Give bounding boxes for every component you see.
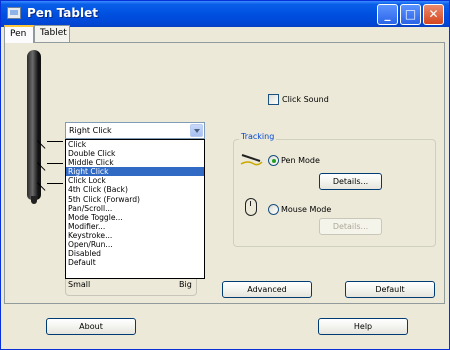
- tablet-app-icon: [7, 7, 21, 19]
- mouse-mode-icon: [245, 198, 257, 216]
- dropdown-option-click[interactable]: Click: [66, 140, 204, 149]
- chevron-down-icon[interactable]: [190, 124, 203, 137]
- combobox-value: Right Click: [69, 126, 112, 135]
- default-button[interactable]: Default: [345, 281, 435, 298]
- leader-line-lower-button: [47, 163, 63, 164]
- close-button[interactable]: ✕: [423, 4, 444, 25]
- tab-pen[interactable]: Pen: [4, 25, 34, 43]
- maximize-button[interactable]: □: [400, 4, 421, 25]
- about-button[interactable]: About: [46, 318, 136, 335]
- pen-button-dropdown-list[interactable]: Click Double Click Middle Click Right Cl…: [65, 139, 205, 279]
- leader-line-tip: [47, 183, 63, 184]
- tab-tablet[interactable]: Tablet: [34, 25, 70, 42]
- click-sound-checkbox[interactable]: [268, 94, 279, 105]
- pen-tip: [31, 196, 37, 204]
- pen-mode-details-button[interactable]: Details...: [319, 173, 382, 190]
- mouse-mode-label[interactable]: Mouse Mode: [281, 205, 331, 214]
- pen-mode-icon: [240, 154, 263, 166]
- pen-button-combobox[interactable]: Right Click: [65, 122, 205, 139]
- leader-line-upper-button: [47, 141, 63, 142]
- pen-mode-radio[interactable]: [268, 155, 279, 166]
- click-sound-label[interactable]: Click Sound: [282, 95, 329, 104]
- dropdown-option-5th-click[interactable]: 5th Click (Forward): [66, 195, 204, 204]
- window-title: Pen Tablet: [27, 6, 98, 20]
- mouse-mode-radio[interactable]: [268, 204, 279, 215]
- dropdown-option-click-lock[interactable]: Click Lock: [66, 176, 204, 185]
- slider-min-label: Small: [68, 280, 91, 289]
- slider-max-label: Big: [179, 280, 192, 289]
- pen-illustration: [27, 50, 41, 200]
- dropdown-option-open-run[interactable]: Open/Run...: [66, 240, 204, 249]
- pen-mode-label[interactable]: Pen Mode: [281, 156, 320, 165]
- dropdown-option-mode-toggle[interactable]: Mode Toggle...: [66, 213, 204, 222]
- dropdown-option-right-click[interactable]: Right Click: [66, 167, 204, 177]
- advanced-button[interactable]: Advanced: [222, 281, 312, 298]
- dropdown-option-double-click[interactable]: Double Click: [66, 149, 204, 158]
- dropdown-option-pan-scroll[interactable]: Pan/Scroll...: [66, 204, 204, 213]
- dropdown-option-middle-click[interactable]: Middle Click: [66, 158, 204, 167]
- minimize-button[interactable]: _: [377, 4, 398, 25]
- dropdown-option-default[interactable]: Default: [66, 258, 204, 267]
- title-bar[interactable]: Pen Tablet _ □ ✕: [1, 1, 449, 27]
- dropdown-option-keystroke[interactable]: Keystroke...: [66, 231, 204, 240]
- tracking-group-label: Tracking: [239, 132, 277, 141]
- dropdown-option-4th-click[interactable]: 4th Click (Back): [66, 185, 204, 194]
- dropdown-option-disabled[interactable]: Disabled: [66, 249, 204, 258]
- mouse-mode-details-button: Details...: [319, 218, 382, 235]
- help-button[interactable]: Help: [318, 318, 408, 335]
- dropdown-option-modifier[interactable]: Modifier...: [66, 222, 204, 231]
